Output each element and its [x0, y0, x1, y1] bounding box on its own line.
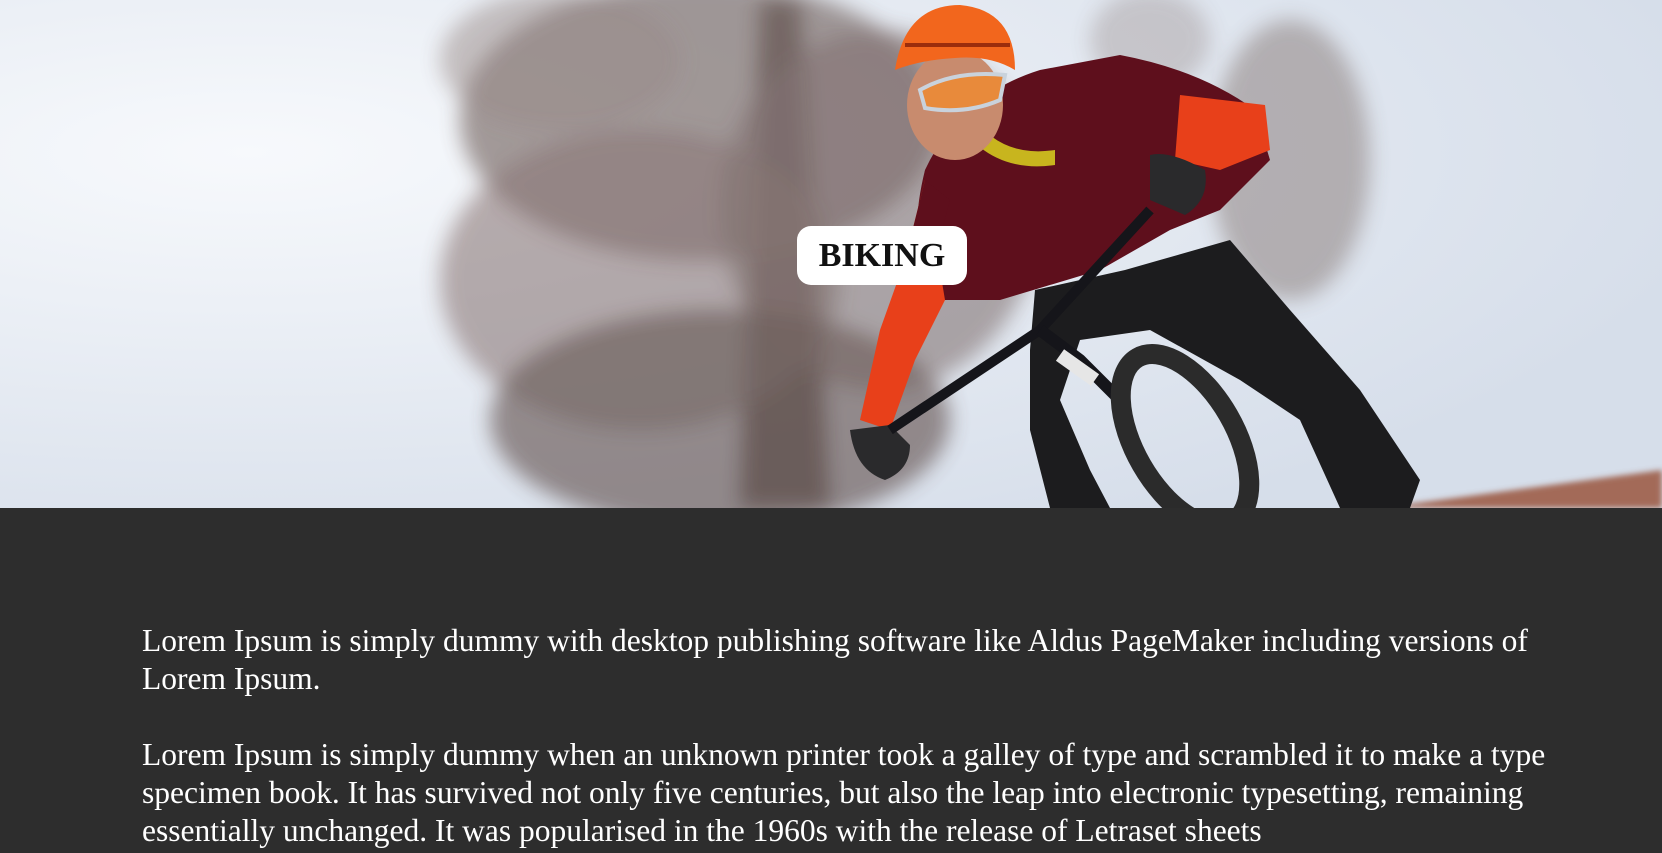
hero-banner: BIKING — [0, 0, 1662, 508]
content-section: Lorem Ipsum is simply dummy with desktop… — [0, 508, 1662, 853]
paragraph-2: Lorem Ipsum is simply dummy when an unkn… — [142, 737, 1546, 848]
paragraph-1: Lorem Ipsum is simply dummy with desktop… — [142, 623, 1528, 696]
hero-title-badge: BIKING — [797, 226, 967, 285]
hero-title: BIKING — [818, 236, 946, 274]
